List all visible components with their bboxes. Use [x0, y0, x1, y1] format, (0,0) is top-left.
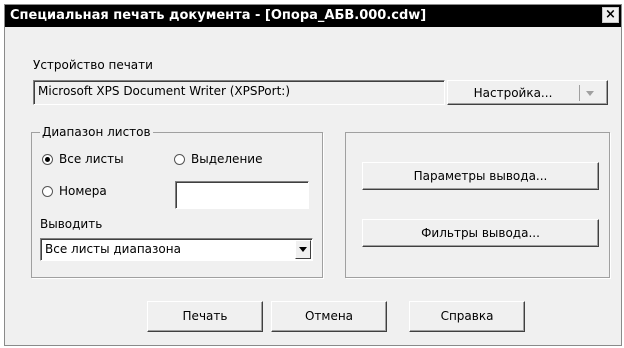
radio-numbers[interactable]: Номера: [42, 184, 107, 198]
output-filters-label: Фильтры вывода...: [421, 226, 540, 240]
device-label: Устройство печати: [33, 58, 153, 72]
output-options-group: Параметры вывода... Фильтры вывода...: [345, 132, 610, 278]
window-title: Специальная печать документа - [Опора_АБ…: [10, 8, 427, 23]
print-button[interactable]: Печать: [147, 301, 263, 332]
radio-all-sheets-indicator[interactable]: [42, 153, 53, 165]
output-select[interactable]: Все листы диапазона: [40, 238, 313, 261]
radio-all-sheets-label: Все листы: [59, 152, 124, 166]
cancel-button-label: Отмена: [304, 309, 354, 323]
print-dialog: Специальная печать документа - [Опора_АБ…: [4, 4, 622, 346]
help-button-label: Справка: [440, 309, 494, 323]
dropdown-arrow-icon[interactable]: [295, 240, 311, 259]
radio-numbers-indicator[interactable]: [42, 185, 53, 197]
output-params-button[interactable]: Параметры вывода...: [362, 162, 599, 190]
help-button[interactable]: Справка: [409, 301, 525, 332]
output-select-value: Все листы диапазона: [45, 242, 181, 256]
close-button[interactable]: ×: [602, 7, 619, 23]
radio-all-sheets[interactable]: Все листы: [42, 152, 124, 166]
output-filters-button[interactable]: Фильтры вывода...: [362, 219, 599, 247]
close-icon: ×: [605, 7, 616, 22]
title-bar[interactable]: Специальная печать документа - [Опора_АБ…: [5, 5, 621, 27]
radio-numbers-label: Номера: [59, 184, 107, 198]
print-button-label: Печать: [182, 309, 228, 323]
settings-button[interactable]: Настройка...: [447, 80, 608, 105]
device-value: Microsoft XPS Document Writer (XPSPort:): [38, 84, 290, 98]
radio-selection-indicator[interactable]: [174, 153, 185, 165]
radio-selection-label: Выделение: [191, 152, 263, 166]
device-field: Microsoft XPS Document Writer (XPSPort:): [33, 80, 445, 105]
output-label: Выводить: [40, 217, 103, 231]
cancel-button[interactable]: Отмена: [271, 301, 387, 332]
chevron-down-icon[interactable]: [586, 91, 594, 96]
output-params-label: Параметры вывода...: [413, 169, 548, 183]
sheet-range-legend: Диапазон листов: [40, 125, 153, 139]
sheet-range-group: Диапазон листов Все листы Выделение Номе…: [31, 125, 323, 278]
numbers-input[interactable]: [175, 181, 309, 209]
settings-button-label: Настройка...: [473, 86, 553, 100]
split-divider: [579, 85, 580, 101]
radio-selection[interactable]: Выделение: [174, 152, 262, 166]
